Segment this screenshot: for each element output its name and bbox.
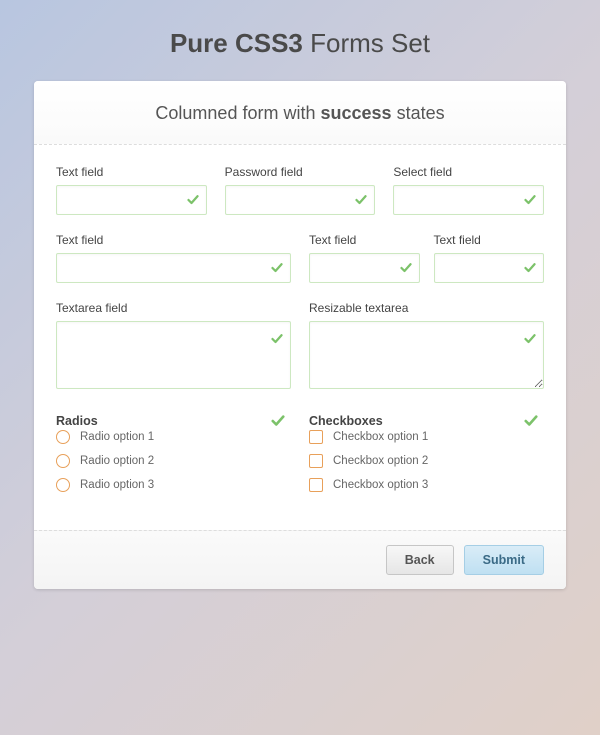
password-field-label: Password field xyxy=(225,165,376,179)
resizable-textarea-input[interactable] xyxy=(309,321,544,389)
back-button[interactable]: Back xyxy=(386,545,454,575)
page-title-rest: Forms Set xyxy=(310,28,430,58)
success-check-icon xyxy=(355,194,367,206)
checkbox-icon xyxy=(309,430,323,444)
success-check-icon xyxy=(400,262,412,274)
textarea-field-input[interactable] xyxy=(56,321,291,389)
radio-option[interactable]: Radio option 3 xyxy=(56,478,291,492)
success-check-icon xyxy=(271,414,285,428)
select-field-input[interactable] xyxy=(393,185,544,215)
radio-option[interactable]: Radio option 1 xyxy=(56,430,291,444)
resizable-textarea-label: Resizable textarea xyxy=(309,301,544,315)
success-check-icon xyxy=(524,333,536,345)
password-field-input[interactable] xyxy=(225,185,376,215)
success-check-icon xyxy=(271,262,283,274)
text-field-label: Text field xyxy=(56,165,207,179)
card-header-bold: success xyxy=(320,103,391,123)
checkbox-icon xyxy=(309,478,323,492)
card-body: Text field Password field Select field xyxy=(34,145,566,530)
checkbox-icon xyxy=(309,454,323,468)
success-check-icon xyxy=(187,194,199,206)
radios-label: Radios xyxy=(56,414,98,428)
text-field-input[interactable] xyxy=(56,185,207,215)
checkbox-option[interactable]: Checkbox option 3 xyxy=(309,478,544,492)
card-footer: Back Submit xyxy=(34,530,566,589)
checkbox-option[interactable]: Checkbox option 2 xyxy=(309,454,544,468)
radio-option-label: Radio option 3 xyxy=(80,479,154,491)
radio-option-label: Radio option 1 xyxy=(80,431,154,443)
radio-icon xyxy=(56,478,70,492)
radio-option[interactable]: Radio option 2 xyxy=(56,454,291,468)
text-field-label: Text field xyxy=(309,233,420,247)
text-field-label: Text field xyxy=(434,233,545,247)
submit-button[interactable]: Submit xyxy=(464,545,544,575)
radio-option-label: Radio option 2 xyxy=(80,455,154,467)
card-header: Columned form with success states xyxy=(34,81,566,145)
success-check-icon xyxy=(524,194,536,206)
checkbox-option-label: Checkbox option 2 xyxy=(333,455,428,467)
success-check-icon xyxy=(524,414,538,428)
page-title-bold: Pure CSS3 xyxy=(170,28,303,58)
text-field-label: Text field xyxy=(56,233,291,247)
text-field-input[interactable] xyxy=(56,253,291,283)
card-header-pre: Columned form with xyxy=(155,103,315,123)
checkbox-option[interactable]: Checkbox option 1 xyxy=(309,430,544,444)
success-check-icon xyxy=(271,333,283,345)
checkbox-option-label: Checkbox option 1 xyxy=(333,431,428,443)
textarea-field-label: Textarea field xyxy=(56,301,291,315)
select-field-label: Select field xyxy=(393,165,544,179)
success-check-icon xyxy=(524,262,536,274)
checkboxes-label: Checkboxes xyxy=(309,414,383,428)
radio-icon xyxy=(56,454,70,468)
radio-icon xyxy=(56,430,70,444)
card-header-post: states xyxy=(397,103,445,123)
checkbox-option-label: Checkbox option 3 xyxy=(333,479,428,491)
form-card: Columned form with success states Text f… xyxy=(34,81,566,589)
page-title: Pure CSS3 Forms Set xyxy=(0,28,600,59)
